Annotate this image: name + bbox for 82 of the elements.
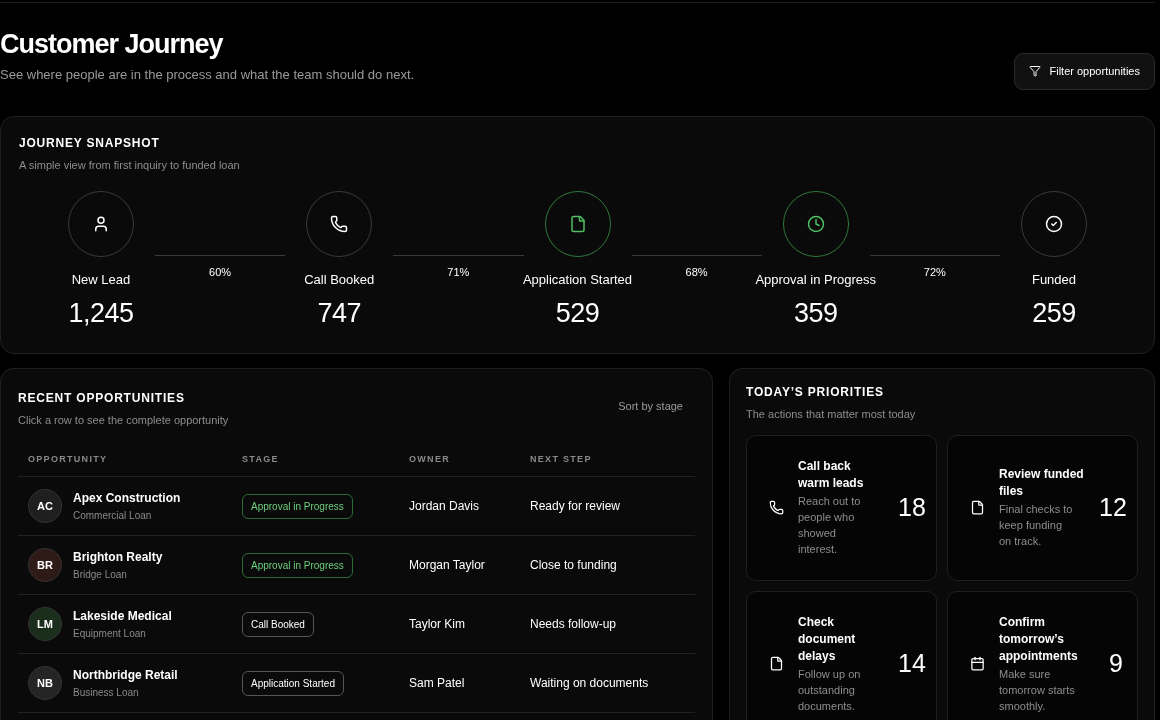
stage-count: 259 [1032,296,1076,330]
owner-name: Taylor Kim [409,616,466,633]
priority-title: Check document delays [798,613,857,665]
priority-description: Reach out to people who showed interest. [798,494,862,557]
priority-description: Make sure tomorrow starts smoothly. [999,666,1076,714]
stage-label: Approval in Progress [755,271,877,289]
page-subtitle: See where people are in the process and what the team should do next. [0,66,415,84]
priority-card[interactable]: Check document delays Follow up on outstanding documents. 14 [746,590,937,720]
conversion-rate: 60% [209,265,232,280]
priority-title: Call back warm leads [798,458,865,492]
opportunity-row[interactable]: NB Northbridge Retail Business Loan Application Started Sam Patel Waiting on documents [18,654,695,713]
check-circle-icon [1045,215,1063,233]
document-icon [769,656,784,671]
calendar-icon [970,656,985,671]
priority-title: Confirm tomorrow’s appointments [999,613,1079,665]
opportunity-name: Lakeside Medical [73,608,172,625]
section-title: RECENT OPPORTUNITIES [18,390,186,407]
next-step: Needs follow-up [530,615,685,633]
priority-description: Final checks to keep funding on track. [999,502,1074,549]
phone-icon [330,215,349,233]
column-header: STAGE [242,452,280,466]
loan-type: Bridge Loan [73,568,128,582]
priority-count: 12 [1099,491,1127,523]
opportunity-name: Apex Construction [73,490,181,507]
column-header: OPPORTUNITY [28,452,109,466]
opportunity-row[interactable]: BR Brighton Realty Bridge Loan Approval in Progress Morgan Taylor Close to funding [18,536,695,595]
section-subtitle: A simple view from first inquiry to funded loan [19,157,241,173]
avatar: LM [28,607,62,641]
stage-label: Call Booked [304,271,375,289]
loan-type: Business Loan [73,686,140,700]
owner-name: Jordan Davis [409,498,481,515]
filter-button[interactable]: Filter opportunities [1013,52,1155,90]
stage-label: New Lead [71,271,131,289]
priority-title: Review funded files [999,466,1085,500]
loan-type: Equipment Loan [73,627,147,641]
next-step: Waiting on documents [530,674,685,692]
section-title: TODAY’S PRIORITIES [746,384,885,401]
priority-count: 14 [898,647,926,679]
conversion-rate: 72% [923,265,946,280]
stage-count: 529 [555,296,600,330]
opportunity-row[interactable]: LM Lakeside Medical Equipment Loan Call Booked Taylor Kim Needs follow-up [18,595,695,654]
priority-card[interactable]: Review funded files Final checks to keep funding on track. 12 [947,434,1138,581]
priority-card[interactable]: Confirm tomorrow’s appointments Make sure tomorrow starts smoothly. 9 [947,590,1138,720]
owner-name: Morgan Taylor [409,557,486,574]
priority-count: 9 [1109,647,1123,679]
section-subtitle: The actions that matter most today [746,407,917,422]
stage-badge: Approval in Progress [242,494,353,519]
loan-type: Commercial Loan [73,509,153,523]
priority-card[interactable]: Call back warm leads Reach out to people who showed interest. 18 [746,434,937,581]
section-subtitle: Click a row to see the complete opportunity [18,413,229,428]
opportunity-name: Brighton Realty [73,549,163,566]
document-icon [970,500,985,515]
opportunity-name: Northbridge Retail [73,667,178,684]
stage-count: 359 [793,296,838,330]
avatar: AC [28,489,62,523]
priority-description: Follow up on outstanding documents. [798,666,862,714]
stage-count: 747 [317,296,362,330]
stage-badge: Call Booked [242,612,314,637]
stage-count: 1,245 [68,296,134,330]
conversion-rate: 71% [447,265,470,280]
phone-icon [769,500,784,515]
conversion-rate: 68% [685,265,708,280]
column-header: NEXT STEP [530,452,593,466]
stage-badge: Application Started [242,671,344,696]
stage-badge: Approval in Progress [242,553,353,578]
next-step: Close to funding [530,556,685,574]
stage-label: Application Started [522,271,633,289]
owner-name: Sam Patel [409,675,466,692]
section-title: JOURNEY SNAPSHOT [19,134,161,152]
document-icon [568,215,587,233]
sort-button[interactable]: Sort by stage [618,398,683,415]
opportunity-row[interactable]: AC Apex Construction Commercial Loan Approval in Progress Jordan Davis Ready for review [18,477,695,536]
avatar: NB [28,666,62,700]
person-icon [92,215,110,233]
avatar: BR [28,548,62,582]
priority-count: 18 [898,491,926,523]
next-step: Ready for review [530,497,685,515]
column-header: OWNER [409,452,451,466]
filter-icon [1028,65,1041,77]
page-title: Customer Journey [0,28,225,61]
clock-icon [806,215,825,233]
stage-label: Funded [1031,271,1077,289]
